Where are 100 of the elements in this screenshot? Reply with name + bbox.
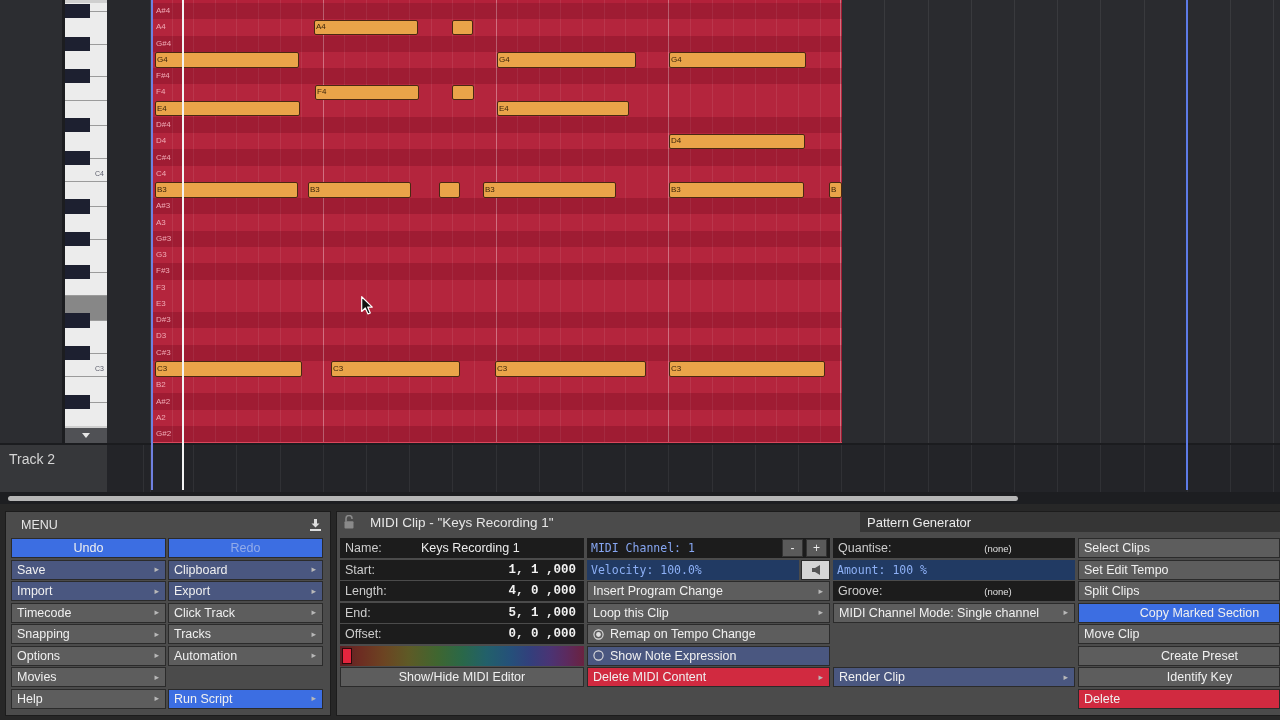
caret-right-icon: ▸: [311, 629, 316, 639]
track-header[interactable]: Track 2: [0, 445, 107, 492]
scroll-down-button[interactable]: [65, 428, 107, 443]
sharp-piano-key[interactable]: [65, 3, 107, 20]
menu-button[interactable]: Snapping ▸: [11, 624, 166, 644]
action-button[interactable]: Select Clips: [1078, 538, 1280, 558]
caret-right-icon: ▸: [818, 608, 823, 617]
property-field[interactable]: Start: 1, 1 ,000: [340, 559, 584, 580]
slider-reading: Velocity: 100.0%: [591, 562, 702, 577]
note-name-label: D#3: [155, 316, 171, 325]
field-value: 4, 0 ,000: [508, 584, 576, 598]
note-name-label: A4: [155, 23, 166, 32]
menu-button[interactable]: Export ▸: [168, 581, 323, 601]
action-button[interactable]: Delete MIDI Content ▸: [587, 667, 830, 687]
menu-button[interactable]: Click Track ▸: [168, 602, 323, 623]
midi-note[interactable]: C3: [331, 361, 460, 377]
caret-right-icon: ▸: [1063, 672, 1068, 682]
menu-button[interactable]: Movies ▸: [11, 667, 166, 687]
property-field[interactable]: Quantise: (none): [833, 538, 1075, 558]
note-name-label: D#4: [155, 121, 171, 129]
midi-note[interactable]: B3: [308, 182, 411, 198]
midi-note[interactable]: G4: [155, 52, 299, 68]
action-button[interactable]: Copy Marked Section: [1078, 602, 1280, 623]
action-button[interactable]: Render Clip ▸: [833, 667, 1075, 687]
action-button[interactable]: MIDI Channel Mode: Single channel ▸: [833, 602, 1075, 623]
caret-right-icon: ▸: [818, 672, 823, 682]
field-value: 0, 0 ,000: [508, 627, 576, 641]
speaker-button[interactable]: [801, 559, 830, 580]
action-button[interactable]: Create Preset: [1078, 645, 1280, 666]
menu-title: MENU: [21, 518, 58, 532]
property-field[interactable]: Name: Keys Recording 1: [340, 538, 584, 558]
stepper-button[interactable]: -: [782, 539, 803, 557]
stepper-button[interactable]: +: [806, 539, 827, 557]
property-field[interactable]: Length: 4, 0 ,000: [340, 581, 584, 601]
menu-button[interactable]: Tracks ▸: [168, 624, 323, 644]
midi-note[interactable]: B3: [669, 182, 804, 198]
sharp-piano-key[interactable]: [65, 312, 107, 329]
menu-button[interactable]: Clipboard ▸: [168, 559, 323, 580]
slider-reading: Amount: 100 %: [837, 562, 927, 577]
action-button[interactable]: Remap on Tempo Change: [587, 624, 830, 644]
action-button[interactable]: Loop this Clip ▸: [587, 602, 830, 623]
property-field[interactable]: Groove: (none): [833, 581, 1075, 601]
menu-button[interactable]: Import ▸: [11, 581, 166, 601]
midi-note[interactable]: B: [829, 182, 842, 198]
midi-note[interactable]: A4: [314, 19, 418, 36]
sharp-piano-key[interactable]: [65, 68, 107, 85]
midi-note[interactable]: E4: [155, 101, 300, 117]
midi-note[interactable]: G4: [497, 52, 636, 68]
velocity-slider[interactable]: Velocity: 100.0%: [587, 559, 799, 580]
note-name-label: C#3: [155, 348, 171, 357]
sharp-piano-key[interactable]: [65, 198, 107, 215]
editor-toggle-button[interactable]: Show/Hide MIDI Editor: [340, 667, 584, 687]
midi-note[interactable]: C3: [669, 361, 825, 377]
midi-channel-field[interactable]: MIDI Channel: 1 - +: [587, 538, 830, 558]
action-button[interactable]: Move Clip: [1078, 624, 1280, 644]
mouse-cursor-icon: [361, 296, 373, 315]
midi-note[interactable]: [452, 19, 473, 36]
midi-note[interactable]: [452, 84, 474, 101]
action-button[interactable]: Show Note Expression: [587, 645, 830, 666]
action-button[interactable]: Delete: [1078, 688, 1280, 709]
field-label: Length:: [345, 584, 387, 598]
radio-icon[interactable]: [593, 628, 604, 640]
midi-note[interactable]: F4: [315, 84, 419, 101]
note-name-label: C4: [155, 169, 167, 178]
menu-button[interactable]: Timecode ▸: [11, 602, 166, 623]
panel-tab[interactable]: Pattern Generator: [860, 512, 1280, 532]
menu-button[interactable]: Undo: [11, 538, 166, 558]
midi-note[interactable]: D4: [669, 133, 805, 149]
menu-button[interactable]: Help ▸: [11, 688, 166, 709]
horizontal-scrollbar[interactable]: [8, 495, 1018, 501]
property-field[interactable]: End: 5, 1 ,000: [340, 602, 584, 623]
midi-note[interactable]: B3: [483, 182, 616, 198]
midi-note[interactable]: G4: [669, 52, 806, 68]
menu-button[interactable]: Run Script ▸: [168, 688, 323, 709]
action-button[interactable]: Insert Program Change ▸: [587, 581, 830, 601]
menu-button[interactable]: Automation ▸: [168, 645, 323, 666]
midi-note[interactable]: B3: [155, 182, 298, 198]
menu-button[interactable]: Save ▸: [11, 559, 166, 580]
midi-note[interactable]: C3: [495, 361, 646, 377]
padlock-icon[interactable]: [344, 515, 354, 529]
amount-slider[interactable]: Amount: 100 %: [833, 559, 1075, 580]
field-value: (none): [983, 542, 1013, 554]
field-label: Groove:: [838, 584, 884, 598]
action-button[interactable]: Split Clips: [1078, 581, 1280, 601]
action-button[interactable]: Set Edit Tempo: [1078, 559, 1280, 580]
menu-button[interactable]: Options ▸: [11, 645, 166, 666]
color-palette-strip[interactable]: [340, 645, 584, 666]
radio-icon[interactable]: [593, 650, 604, 661]
property-field[interactable]: Offset: 0, 0 ,000: [340, 624, 584, 644]
midi-note[interactable]: C3: [155, 361, 302, 377]
caret-right-icon: ▸: [311, 694, 316, 703]
caret-right-icon: ▸: [154, 565, 159, 574]
field-label: Name:: [345, 541, 383, 555]
caret-right-icon: ▸: [154, 608, 159, 617]
note-name-label: A3: [155, 218, 166, 227]
action-button[interactable]: Identify Key: [1078, 667, 1280, 687]
download-icon[interactable]: [310, 519, 321, 531]
midi-note[interactable]: E4: [497, 101, 629, 117]
color-swatch-icon[interactable]: [342, 647, 352, 664]
midi-note[interactable]: [439, 182, 460, 198]
